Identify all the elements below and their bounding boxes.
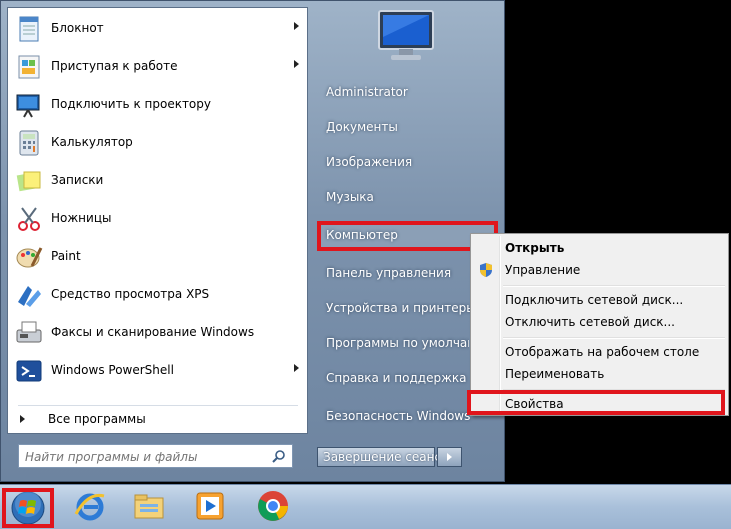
search-box[interactable] <box>18 444 293 468</box>
program-label: Подключить к проектору <box>51 97 211 111</box>
program-item-snipping-tool[interactable]: Ножницы <box>8 200 307 238</box>
program-label: Ножницы <box>51 211 112 225</box>
sticky-notes-icon <box>16 171 41 192</box>
fax-scan-icon <box>16 321 42 343</box>
getting-started-icon <box>18 55 40 79</box>
internet-explorer-icon[interactable] <box>72 488 108 524</box>
right-link-label: Компьютер <box>326 228 398 242</box>
start-menu: Блокнот Приступая к работе Подключить к … <box>0 0 505 482</box>
right-link-administrator[interactable]: Administrator <box>319 79 499 105</box>
program-item-getting-started[interactable]: Приступая к работе <box>8 48 307 86</box>
menu-item-disconnect-network-drive[interactable]: Отключить сетевой диск... <box>473 311 726 333</box>
all-programs-label: Все программы <box>48 412 146 426</box>
program-label: Калькулятор <box>51 135 133 149</box>
program-item-projector[interactable]: Подключить к проектору <box>8 86 307 124</box>
paint-icon <box>16 247 43 268</box>
right-link-default-programs[interactable]: Программы по умолчанию <box>319 330 469 356</box>
program-item-powershell[interactable]: Windows PowerShell <box>8 352 307 390</box>
right-link-label: Панель управления <box>326 266 452 280</box>
program-item-xps-viewer[interactable]: Средство просмотра XPS <box>8 276 307 314</box>
xps-viewer-icon <box>18 286 41 307</box>
menu-item-label: Переименовать <box>505 367 605 381</box>
program-label: Средство просмотра XPS <box>51 287 210 301</box>
expand-arrow-icon <box>20 415 25 423</box>
user-picture-icon[interactable] <box>369 7 445 69</box>
taskbar <box>0 484 731 529</box>
submenu-arrow-icon[interactable] <box>294 22 299 30</box>
search-input[interactable] <box>23 447 267 467</box>
media-player-icon[interactable] <box>192 488 228 524</box>
menu-item-show-on-desktop[interactable]: Отображать на рабочем столе <box>473 341 726 363</box>
search-icon[interactable] <box>272 449 286 463</box>
right-link-music[interactable]: Музыка <box>319 184 499 210</box>
menu-separator <box>503 337 725 339</box>
chrome-icon[interactable] <box>255 488 291 524</box>
menu-separator <box>503 285 725 287</box>
projector-icon <box>16 94 40 118</box>
properties-highlight <box>467 390 725 415</box>
all-programs-button[interactable]: Все программы <box>8 408 307 432</box>
program-item-calculator[interactable]: Калькулятор <box>8 124 307 162</box>
program-label: Paint <box>51 249 81 263</box>
program-label: Факсы и сканирование Windows <box>51 325 255 339</box>
program-label: Windows PowerShell <box>51 363 174 377</box>
powershell-icon <box>16 360 42 382</box>
programs-pane: Блокнот Приступая к работе Подключить к … <box>7 7 308 434</box>
menu-item-label: Отключить сетевой диск... <box>505 315 675 329</box>
right-link-label: Музыка <box>326 190 374 204</box>
right-link-label: Справка и поддержка <box>326 371 467 385</box>
program-item-notepad[interactable]: Блокнот <box>8 10 307 48</box>
right-link-pictures[interactable]: Изображения <box>319 149 499 175</box>
menu-item-label: Открыть <box>505 241 565 255</box>
snipping-tool-icon <box>18 207 40 231</box>
right-link-documents[interactable]: Документы <box>319 114 499 140</box>
right-link-label: Изображения <box>326 155 413 169</box>
notepad-icon <box>19 16 39 42</box>
program-label: Записки <box>51 173 104 187</box>
uac-shield-icon <box>480 263 492 277</box>
windows-explorer-icon[interactable] <box>131 488 167 524</box>
submenu-arrow-icon[interactable] <box>294 60 299 68</box>
right-link-label: Administrator <box>326 85 408 99</box>
divider <box>18 405 298 406</box>
program-label: Приступая к работе <box>51 59 178 73</box>
menu-item-label: Отображать на рабочем столе <box>505 345 700 359</box>
menu-item-label: Подключить сетевой диск... <box>505 293 684 307</box>
submenu-arrow-icon[interactable] <box>294 364 299 372</box>
menu-item-open[interactable]: Открыть <box>473 237 726 259</box>
menu-item-manage[interactable]: Управление <box>473 259 726 281</box>
program-item-sticky-notes[interactable]: Записки <box>8 162 307 200</box>
shutdown-options-button[interactable] <box>437 447 462 467</box>
menu-item-label: Управление <box>505 263 581 277</box>
program-item-paint[interactable]: Paint <box>8 238 307 276</box>
right-link-label: Устройства и принтеры <box>326 301 476 315</box>
right-link-label: Документы <box>326 120 398 134</box>
right-link-label: Программы по умолчанию <box>326 336 469 350</box>
chevron-right-icon <box>447 453 452 461</box>
program-item-fax-scan[interactable]: Факсы и сканирование Windows <box>8 314 307 352</box>
shutdown-label: Завершение сеанса <box>323 450 449 464</box>
program-label: Блокнот <box>51 21 104 35</box>
right-link-label: Безопасность Windows <box>326 409 471 423</box>
menu-item-map-network-drive[interactable]: Подключить сетевой диск... <box>473 289 726 311</box>
menu-item-rename[interactable]: Переименовать <box>473 363 726 385</box>
shutdown-button[interactable]: Завершение сеанса <box>317 447 448 467</box>
calculator-icon <box>19 130 39 156</box>
start-button[interactable] <box>2 488 54 528</box>
context-menu: Открыть Управление Подключить сетевой ди… <box>470 233 729 416</box>
